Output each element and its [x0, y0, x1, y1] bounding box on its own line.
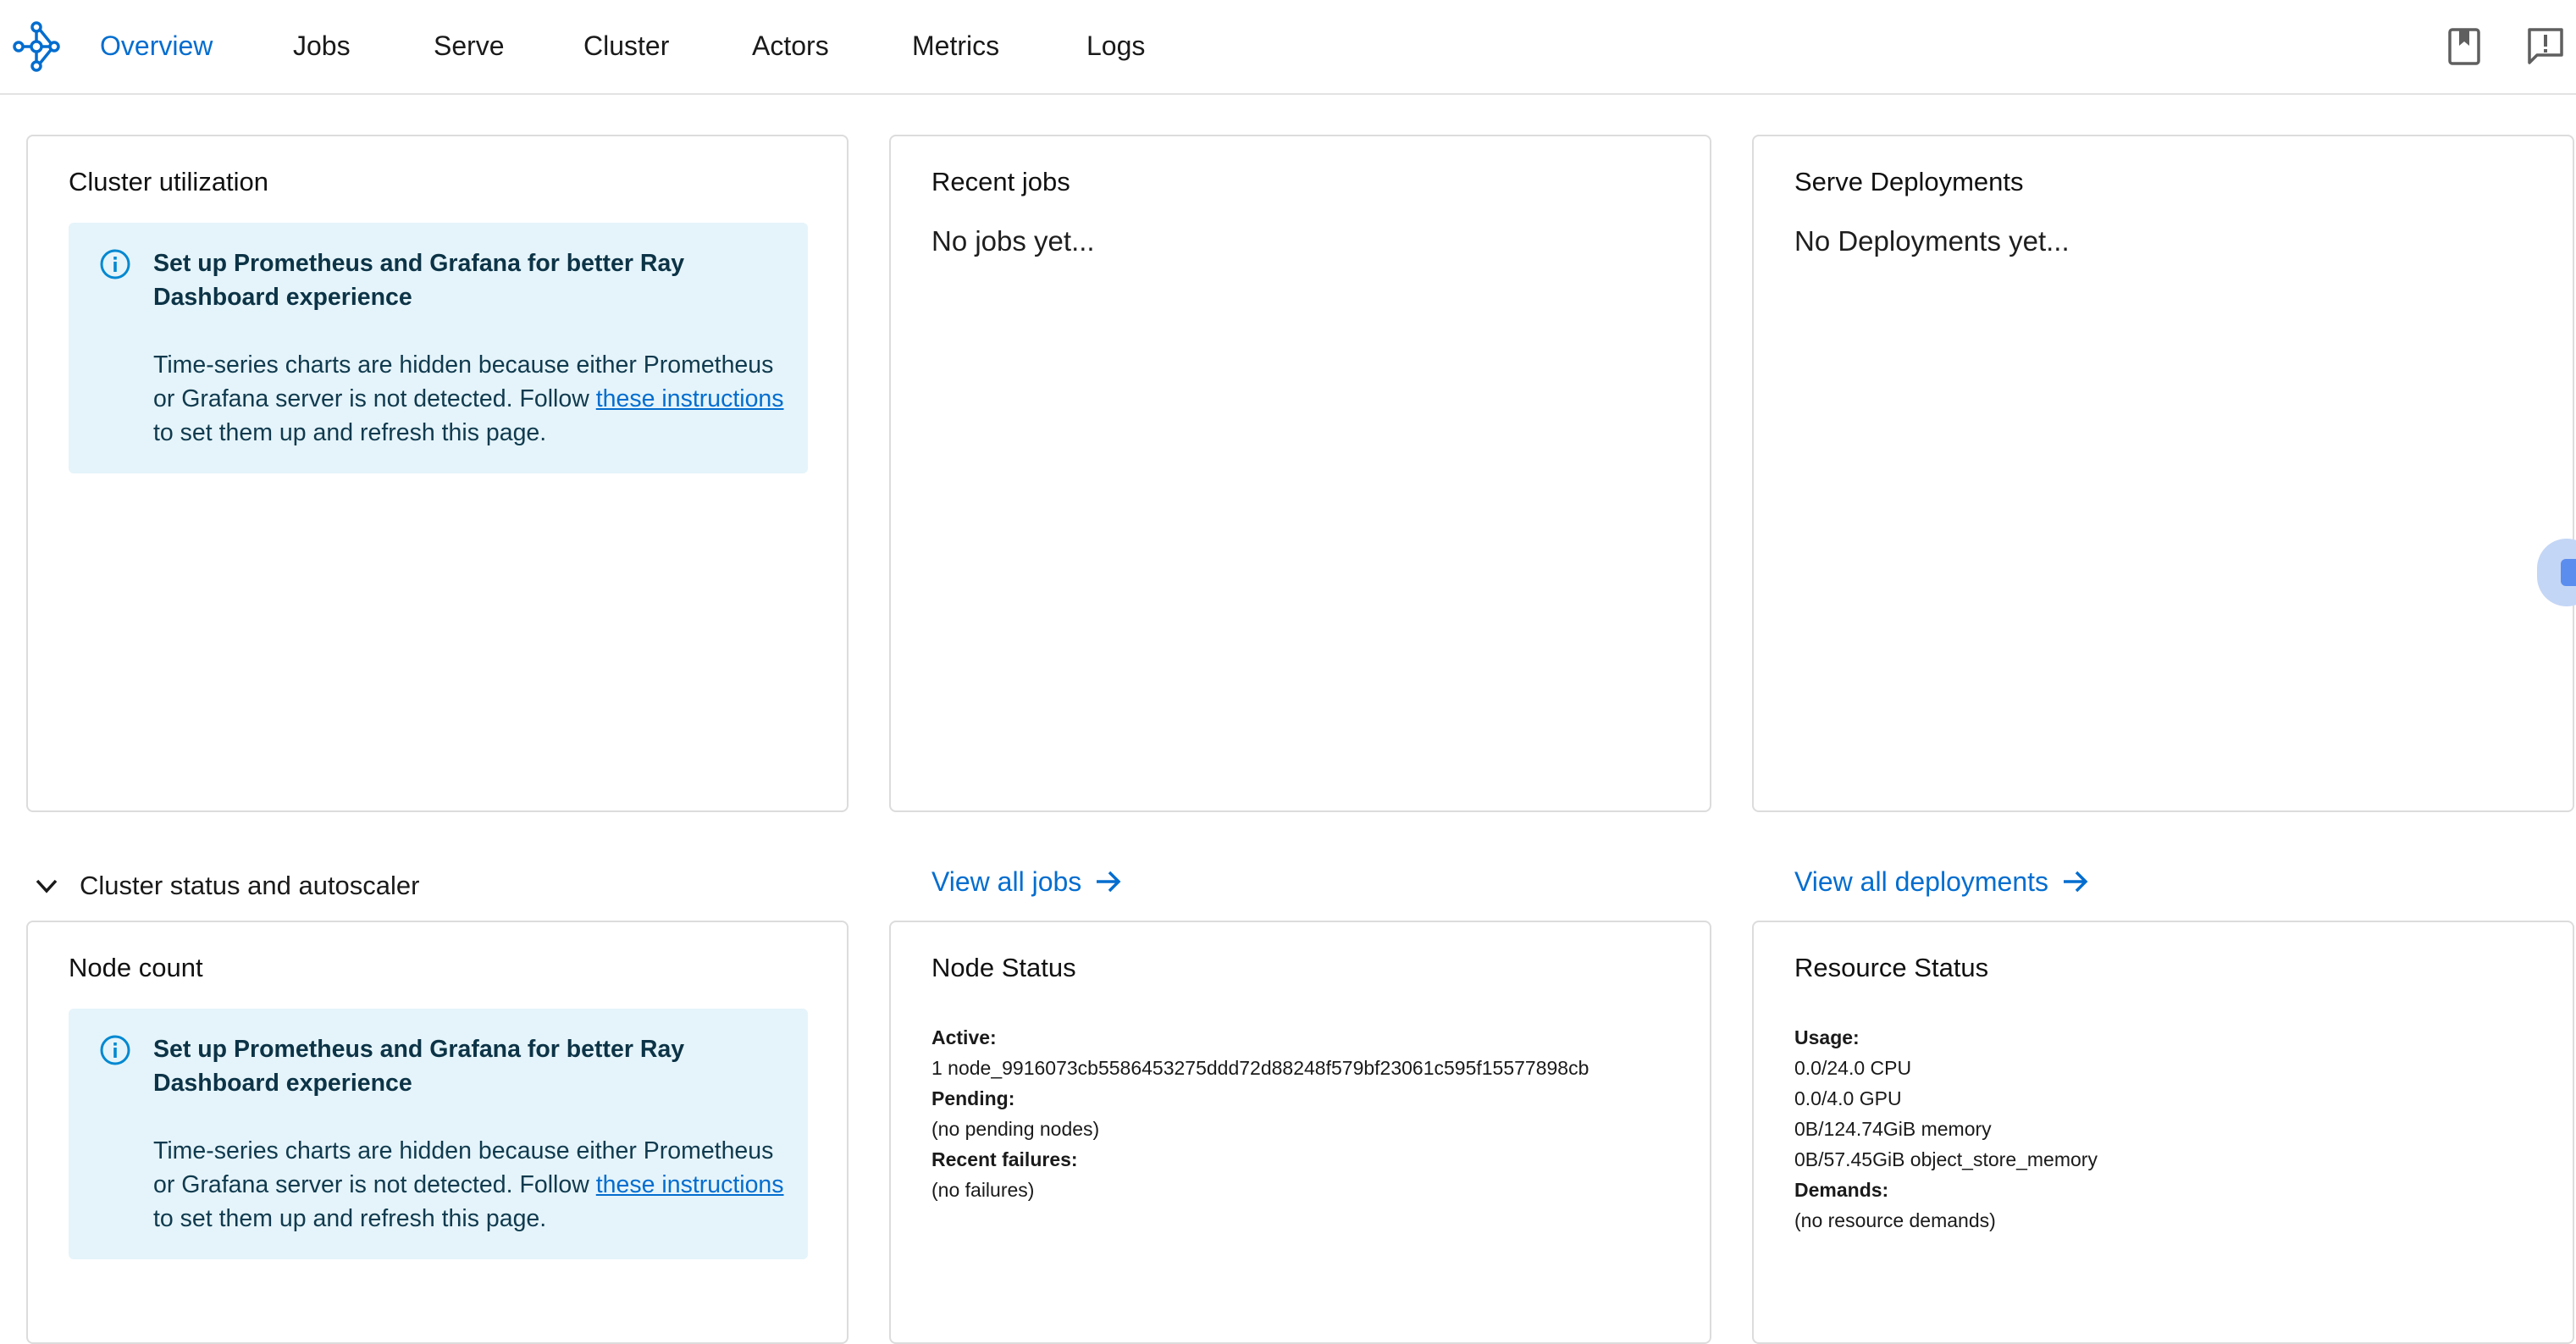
alert-title: Set up Prometheus and Grafana for better…	[153, 1036, 685, 1097]
failures-label: Recent failures:	[931, 1148, 1078, 1170]
prometheus-info-alert: Set up Prometheus and Grafana for better…	[69, 1009, 808, 1259]
card-title: Serve Deployments	[1794, 167, 2024, 196]
alert-body-text-end: to set them up and refresh this page.	[153, 419, 547, 446]
serve-deployments-card: Serve Deployments No Deployments yet... …	[1752, 135, 2574, 897]
alert-title: Set up Prometheus and Grafana for better…	[153, 250, 685, 311]
demands-value: (no resource demands)	[1794, 1209, 1996, 1231]
usage-gpu: 0.0/4.0 GPU	[1794, 1087, 1902, 1109]
active-value: 1 node_9916073cb5586453275ddd72d88248f57…	[931, 1057, 1589, 1079]
instructions-link[interactable]: these instructions	[596, 385, 784, 412]
cluster-utilization-card: Cluster utilization Set up Prometheus an…	[26, 135, 849, 812]
view-all-jobs-link[interactable]: View all jobs	[931, 865, 1124, 899]
arrow-right-icon	[2064, 871, 2088, 893]
instructions-link[interactable]: these instructions	[596, 1171, 784, 1198]
recent-jobs-card: Recent jobs No jobs yet... View all jobs	[889, 135, 1711, 897]
tab-actors[interactable]: Actors	[752, 29, 829, 63]
demands-label: Demands:	[1794, 1179, 1889, 1201]
arrow-right-icon	[1097, 871, 1121, 893]
info-icon	[100, 249, 130, 279]
tab-jobs[interactable]: Jobs	[293, 29, 351, 63]
tab-serve[interactable]: Serve	[434, 29, 505, 63]
view-all-deployments-label: View all deployments	[1794, 866, 2049, 897]
alert-body-text-end: to set them up and refresh this page.	[153, 1205, 547, 1232]
pending-value: (no pending nodes)	[931, 1118, 1100, 1140]
feedback-icon[interactable]	[2525, 25, 2566, 68]
view-all-deployments-link[interactable]: View all deployments	[1794, 865, 2091, 899]
section-title: Cluster status and autoscaler	[80, 871, 420, 900]
active-label: Active:	[931, 1026, 997, 1048]
node-status-list: Active: 1 node_9916073cb5586453275ddd72d…	[931, 1022, 1589, 1205]
chevron-down-icon	[36, 879, 58, 893]
resource-status-list: Usage: 0.0/24.0 CPU 0.0/4.0 GPU 0B/124.7…	[1794, 1022, 2098, 1236]
empty-deployments-message: No Deployments yet...	[1794, 225, 2070, 257]
pending-label: Pending:	[931, 1087, 1015, 1109]
ray-logo-icon[interactable]	[12, 20, 61, 73]
prometheus-info-alert: Set up Prometheus and Grafana for better…	[69, 223, 808, 473]
node-count-card: Node count Set up Prometheus and Grafana…	[26, 921, 849, 1344]
view-all-jobs-label: View all jobs	[931, 866, 1082, 897]
empty-jobs-message: No jobs yet...	[931, 225, 1095, 257]
card-title: Node Status	[931, 953, 1076, 982]
tab-logs[interactable]: Logs	[1086, 29, 1145, 63]
card-title: Node count	[69, 953, 203, 982]
cluster-status-section-toggle[interactable]: Cluster status and autoscaler	[32, 869, 420, 903]
card-title: Recent jobs	[931, 167, 1070, 196]
usage-object-store: 0B/57.45GiB object_store_memory	[1794, 1148, 2098, 1170]
info-icon	[100, 1035, 130, 1065]
failures-value: (no failures)	[931, 1179, 1035, 1201]
usage-memory: 0B/124.74GiB memory	[1794, 1118, 1992, 1140]
docs-book-icon[interactable]	[2444, 25, 2485, 68]
top-navigation-bar: Overview Jobs Serve Cluster Actors Metri…	[0, 0, 2576, 95]
tab-metrics[interactable]: Metrics	[912, 29, 999, 63]
tab-overview[interactable]: Overview	[100, 29, 213, 63]
card-title: Resource Status	[1794, 953, 1989, 982]
card-title: Cluster utilization	[69, 167, 269, 196]
alert-body: Time-series charts are hidden because ei…	[153, 1134, 797, 1236]
tab-cluster[interactable]: Cluster	[583, 29, 669, 63]
usage-label: Usage:	[1794, 1026, 1860, 1048]
resource-status-card: Resource Status Usage: 0.0/24.0 CPU 0.0/…	[1752, 921, 2574, 1344]
node-status-card: Node Status Active: 1 node_9916073cb5586…	[889, 921, 1711, 1344]
alert-body: Time-series charts are hidden because ei…	[153, 348, 797, 450]
usage-cpu: 0.0/24.0 CPU	[1794, 1057, 1912, 1079]
